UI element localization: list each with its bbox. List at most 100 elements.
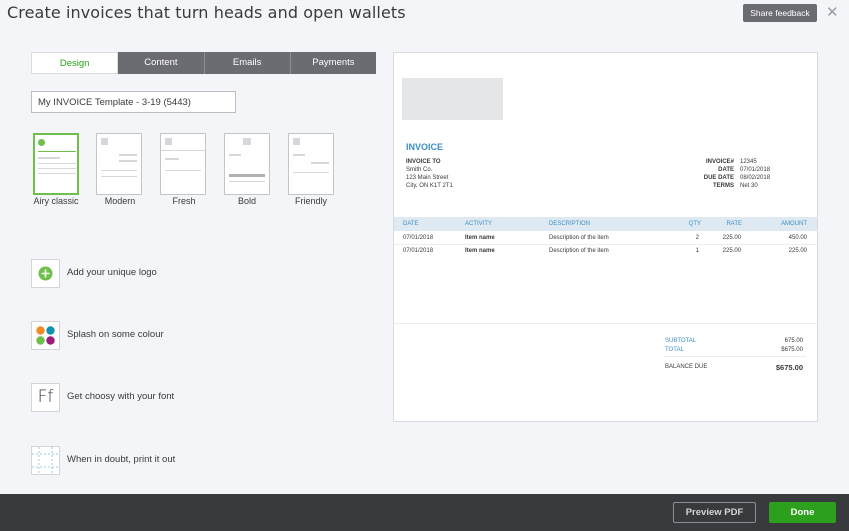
style-label: Friendly: [294, 196, 327, 206]
meta-value: 07/01/2018: [740, 167, 771, 173]
row-activity: Item name: [465, 235, 495, 241]
style-modern[interactable]: [96, 133, 142, 195]
header: Create invoices that turn heads and open…: [0, 0, 849, 30]
style-label: Modern: [104, 196, 136, 206]
thumb-line: [101, 170, 137, 171]
customer-line: 123 Main Street: [406, 175, 449, 181]
tab-design[interactable]: Design: [31, 52, 119, 74]
row-divider: [394, 244, 817, 245]
row-rate: 225.00: [722, 235, 741, 241]
meta-label: TERMS: [713, 183, 734, 189]
thumb-line: [38, 173, 76, 174]
customer-line: City, ON K1T 2T1: [406, 183, 453, 189]
thumb-line: [293, 172, 329, 173]
meta-label: DATE: [718, 167, 734, 173]
total-label: TOTAL: [665, 347, 684, 353]
plus-circle-icon: [31, 259, 60, 288]
color-option[interactable]: Splash on some colour: [31, 321, 291, 351]
row-description: Description of the item: [549, 248, 609, 254]
style-label: Bold: [237, 196, 256, 206]
green-dot-icon: [38, 139, 45, 146]
meta-value: Net 30: [740, 183, 758, 189]
close-icon[interactable]: ✕: [826, 3, 839, 21]
row-rate: 225.00: [722, 248, 741, 254]
row-qty: 1: [695, 248, 699, 254]
option-label: Splash on some colour: [67, 329, 164, 340]
add-logo-option[interactable]: Add your unique logo: [31, 259, 291, 289]
style-fresh[interactable]: [160, 133, 206, 195]
customer-line: Smith Co.: [406, 167, 433, 173]
balance-due-value: $675.00: [775, 363, 803, 372]
row-date: 07/01/2018: [403, 235, 434, 241]
row-activity: Item name: [465, 248, 495, 254]
thumb-line: [293, 154, 305, 156]
invoice-title: INVOICE: [406, 142, 444, 152]
thumb-line: [38, 163, 76, 164]
page-title: Create invoices that turn heads and open…: [7, 3, 406, 22]
column-header: DATE: [403, 221, 419, 227]
tab-content[interactable]: Content: [118, 52, 205, 74]
option-label: Get choosy with your font: [67, 391, 175, 402]
thumb-line: [38, 157, 60, 159]
style-bold[interactable]: [224, 133, 270, 195]
option-label: Add your unique logo: [67, 267, 157, 278]
subtotal-value: 675.00: [784, 338, 803, 344]
thumb-line: [229, 154, 241, 156]
font-option[interactable]: Ff Get choosy with your font: [31, 383, 291, 413]
column-header: ACTIVITY: [465, 221, 493, 227]
color-dots-icon: [31, 321, 60, 350]
thumb-line: [165, 170, 201, 171]
thumb-logo: [243, 138, 251, 145]
thumb-line: [229, 174, 265, 177]
style-friendly[interactable]: [288, 133, 334, 195]
footer-bar: Preview PDF Done: [0, 494, 849, 531]
row-amount: 450.00: [788, 235, 807, 241]
thumb-logo: [165, 138, 172, 145]
totals-divider: [394, 323, 817, 324]
column-header: DESCRIPTION: [549, 221, 591, 227]
style-label: Airy classic: [33, 196, 79, 206]
thumb-line: [119, 154, 137, 156]
share-feedback-button[interactable]: Share feedback: [743, 4, 817, 22]
thumb-line: [161, 150, 205, 151]
column-header: AMOUNT: [781, 221, 807, 227]
column-header: RATE: [726, 221, 742, 227]
row-description: Description of the item: [549, 235, 609, 241]
option-label: When in doubt, print it out: [67, 454, 176, 465]
tab-emails[interactable]: Emails: [204, 52, 291, 74]
row-date: 07/01/2018: [403, 248, 434, 254]
table-header: DATE ACTIVITY DESCRIPTION QTY RATE AMOUN…: [394, 217, 817, 231]
thumb-logo: [101, 138, 108, 145]
tab-payments[interactable]: Payments: [290, 52, 376, 74]
logo-placeholder: [402, 78, 503, 120]
total-divider: [664, 356, 806, 357]
thumb-line: [38, 168, 76, 169]
bill-to-label: INVOICE TO: [406, 159, 441, 165]
total-value: $675.00: [781, 347, 803, 353]
meta-value: 12345: [740, 159, 757, 165]
thumb-line: [101, 176, 137, 177]
style-airy-classic[interactable]: [33, 133, 79, 195]
row-qty: 2: [695, 235, 699, 241]
font-icon-text: Ff: [37, 387, 54, 407]
invoice-preview: INVOICE INVOICE TO Smith Co. 123 Main St…: [393, 52, 818, 422]
row-amount: 225.00: [788, 248, 807, 254]
balance-due-label: BALANCE DUE: [665, 364, 708, 370]
thumb-line: [311, 162, 329, 164]
template-name-input[interactable]: [31, 91, 236, 113]
tab-bar: Design Content Emails Payments: [31, 52, 376, 74]
print-margins-icon: [31, 446, 60, 475]
subtotal-label: SUBTOTAL: [665, 338, 697, 344]
thumb-line: [119, 160, 137, 162]
style-label: Fresh: [172, 196, 196, 206]
meta-label: DUE DATE: [703, 175, 734, 181]
preview-pdf-button[interactable]: Preview PDF: [673, 502, 756, 523]
meta-value: 08/02/2018: [740, 175, 771, 181]
font-icon: Ff: [31, 383, 60, 412]
column-header: QTY: [688, 221, 701, 227]
thumb-line: [229, 181, 265, 182]
meta-label: INVOICE#: [705, 159, 734, 165]
print-option[interactable]: When in doubt, print it out: [31, 446, 291, 476]
done-button[interactable]: Done: [769, 502, 836, 523]
thumb-logo: [293, 138, 300, 145]
